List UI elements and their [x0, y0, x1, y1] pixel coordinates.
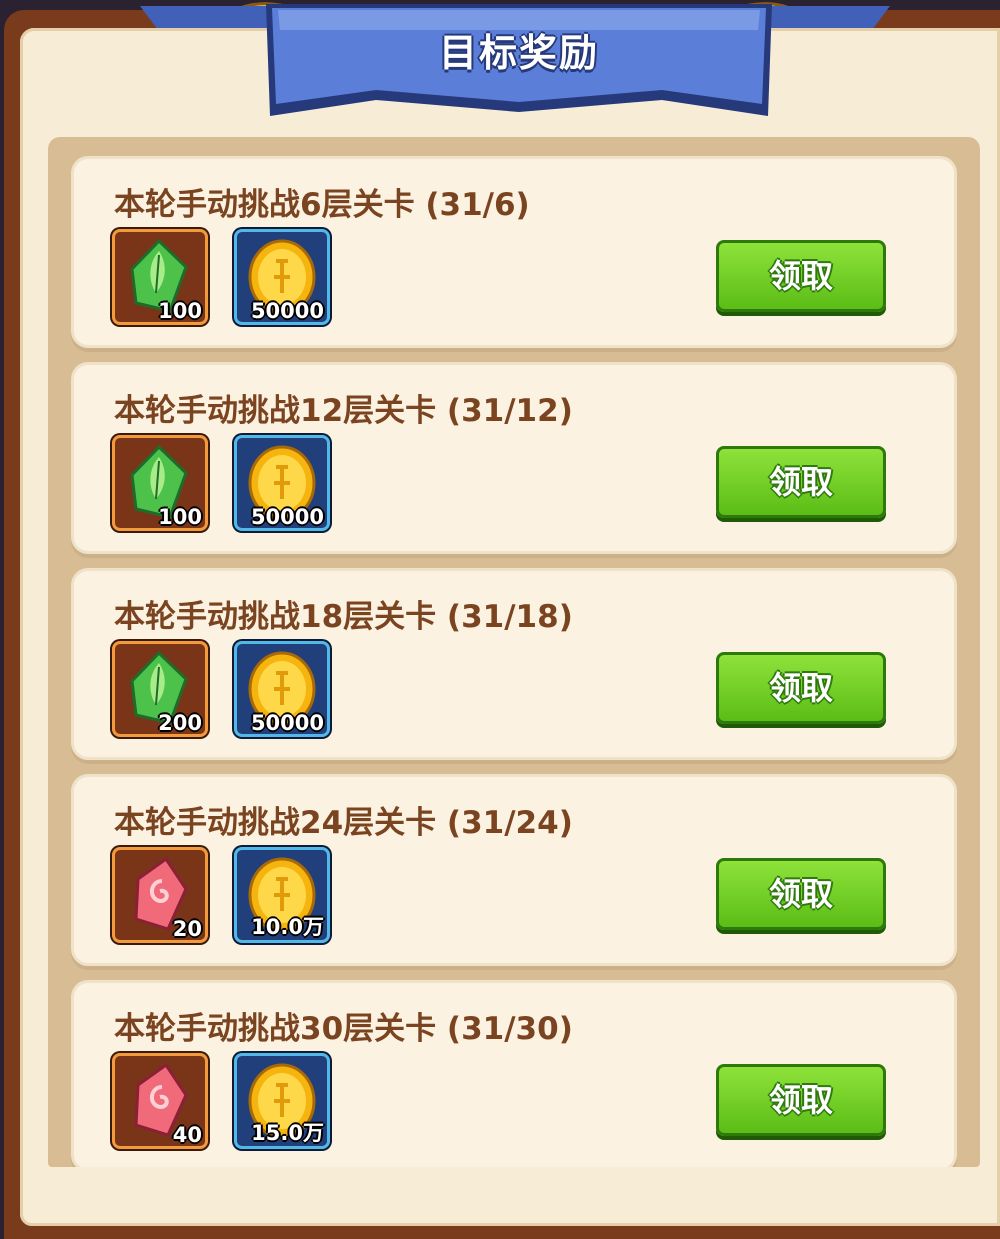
- reward-slot[interactable]: 10.0万: [234, 847, 330, 943]
- reward-amount: 10.0万: [251, 915, 324, 939]
- reward-slot[interactable]: 15.0万: [234, 1053, 330, 1149]
- claim-button[interactable]: 领取: [716, 446, 886, 518]
- reward-slot[interactable]: 100: [112, 435, 208, 531]
- task-title: 本轮手动挑战24层关卡 (31/24): [114, 805, 573, 841]
- reward-amount: 50000: [250, 299, 324, 323]
- reward-amount: 100: [158, 505, 202, 529]
- task-list[interactable]: 本轮手动挑战6层关卡 (31/6) 100 50000 领取 本轮手动挑战12层…: [48, 137, 980, 1167]
- reward-amount: 50000: [250, 711, 324, 735]
- task-title: 本轮手动挑战12层关卡 (31/12): [114, 393, 573, 429]
- task-title: 本轮手动挑战18层关卡 (31/18): [114, 599, 573, 635]
- claim-button[interactable]: 领取: [716, 1064, 886, 1136]
- task-title: 本轮手动挑战6层关卡 (31/6): [114, 187, 530, 223]
- reward-amount: 200: [158, 711, 202, 735]
- reward-amount: 15.0万: [251, 1121, 324, 1145]
- page-title: 目标奖励: [438, 31, 599, 75]
- task-card: 本轮手动挑战24层关卡 (31/24) 20 10.0万 领取: [74, 777, 954, 963]
- reward-amount: 40: [172, 1123, 202, 1147]
- reward-slot[interactable]: 50000: [234, 641, 330, 737]
- task-title: 本轮手动挑战30层关卡 (31/30): [114, 1011, 573, 1047]
- task-card: 本轮手动挑战12层关卡 (31/12) 100 50000 领取: [74, 365, 954, 551]
- reward-amount: 20: [172, 917, 202, 941]
- claim-button[interactable]: 领取: [716, 858, 886, 930]
- claim-button[interactable]: 领取: [716, 652, 886, 724]
- reward-amount: 50000: [250, 505, 324, 529]
- reward-amount: 100: [158, 299, 202, 323]
- task-card: 本轮手动挑战18层关卡 (31/18) 200 50000 领取: [74, 571, 954, 757]
- reward-slot[interactable]: 50000: [234, 229, 330, 325]
- reward-slot[interactable]: 100: [112, 229, 208, 325]
- task-card: 本轮手动挑战6层关卡 (31/6) 100 50000 领取: [74, 159, 954, 345]
- task-card: 本轮手动挑战30层关卡 (31/30) 40 15.0万 领取: [74, 983, 954, 1167]
- claim-button[interactable]: 领取: [716, 240, 886, 312]
- reward-slot[interactable]: 200: [112, 641, 208, 737]
- reward-slot[interactable]: 20: [112, 847, 208, 943]
- reward-slot[interactable]: 50000: [234, 435, 330, 531]
- reward-slot[interactable]: 40: [112, 1053, 208, 1149]
